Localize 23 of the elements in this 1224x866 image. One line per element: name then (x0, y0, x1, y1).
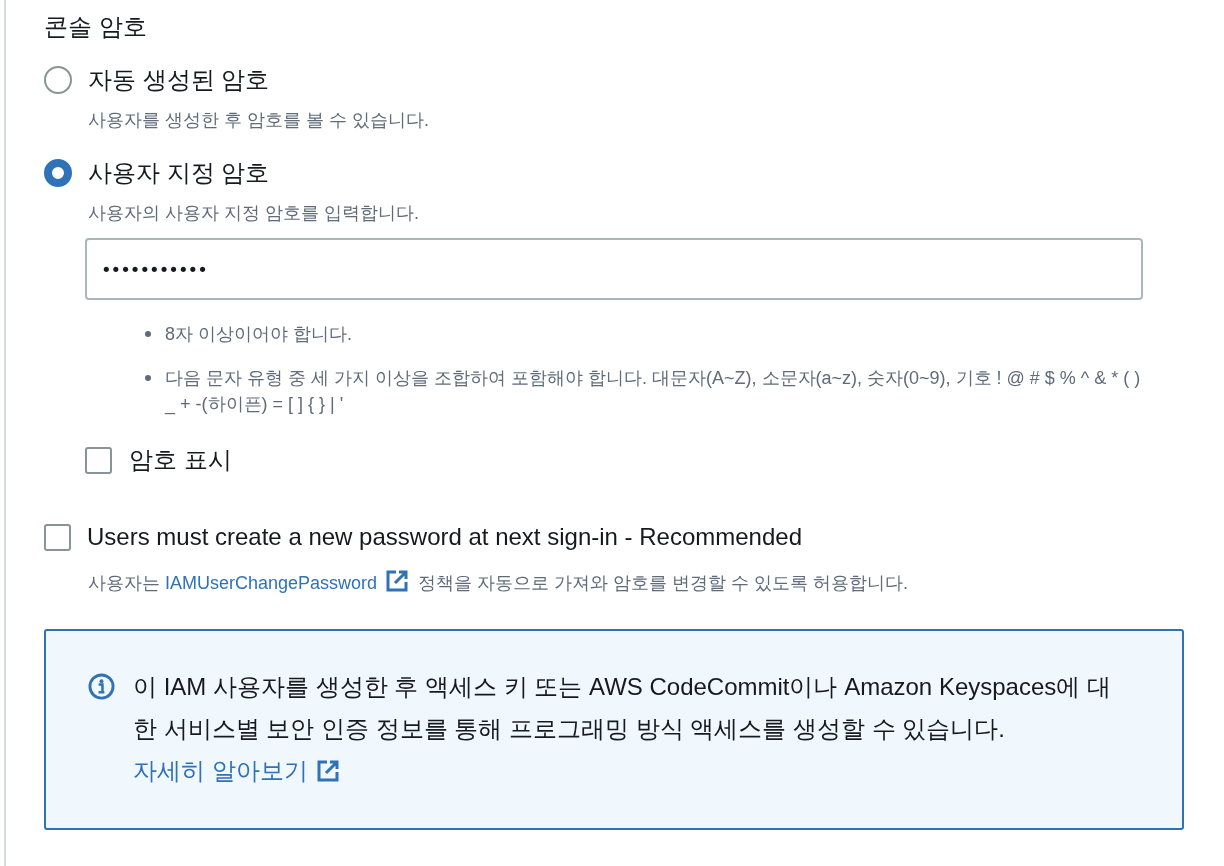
checkbox-label: 암호 표시 (129, 445, 232, 475)
checkbox[interactable] (44, 523, 71, 551)
policy-link[interactable]: IAMUserChangePassword (165, 573, 378, 593)
info-icon (88, 673, 115, 700)
option-description: 사용자의 사용자 지정 암호를 입력합니다. (88, 202, 420, 225)
requirement-text: 8자 이상이어야 합니다. (165, 323, 352, 346)
info-text: 이 IAM 사용자를 생성한 후 액세스 키 또는 AWS CodeCommit이나 Amazon Keyspaces에 대한 서비스별 보안 인증 정보를 통해 프로그래밍 방식 액세스를 생성할 수 있습니다. 자세히 알아보기 (133, 672, 1112, 786)
external-link-icon (315, 759, 340, 783)
requirement-text: 다음 문자 유형 중 세 가지 이상을 조합하여 포함해야 합니다. 대문자(A~Z), 소문자(a~z), 숫자(0~9), 기호 ! @ # $ % ^ & * ( ) _ + -(하이픈) = [ ] { } | ' (165, 367, 1142, 417)
radio-button[interactable] (44, 159, 72, 187)
checkbox[interactable] (85, 446, 112, 474)
checkbox-label: Users must create a new password at next sign-in - Recommended (87, 522, 802, 552)
option-label: 사용자 지정 암호 (88, 158, 270, 188)
policy-description: 사용자는 IAMUserChangePassword 정책을 자동으로 가져와 암호를 변경할 수 있도록 허용합니다. (88, 569, 1184, 596)
option-label: 자동 생성된 암호 (88, 65, 270, 95)
external-link-icon (385, 569, 410, 593)
learn-more-link[interactable]: 자세히 알아보기 (133, 757, 308, 784)
section-title: 콘솔 암호 (44, 12, 148, 42)
password-field[interactable]: ••••••••••• (85, 238, 1143, 300)
option-description: 사용자를 생성한 후 암호를 볼 수 있습니다. (88, 109, 430, 132)
bullet-icon (145, 331, 151, 337)
bullet-icon (145, 375, 151, 381)
radio-button[interactable] (44, 66, 72, 94)
